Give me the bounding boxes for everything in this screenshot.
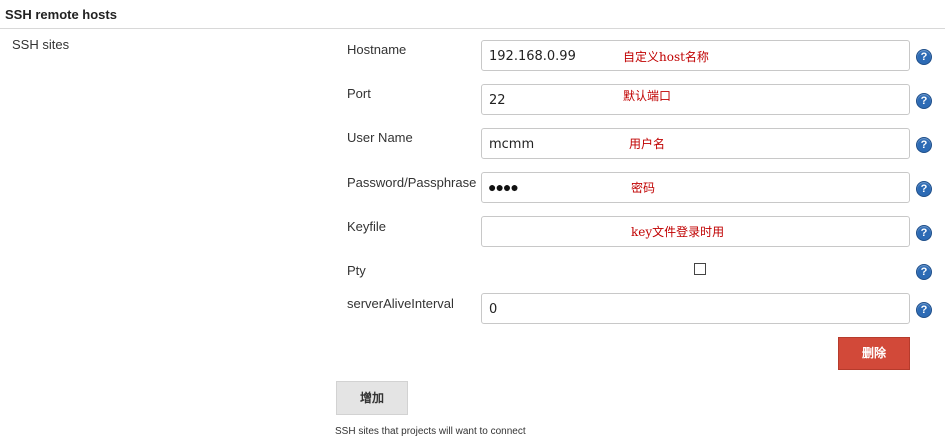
server-alive-interval-help-icon[interactable]: ?: [916, 302, 932, 318]
server-alive-interval-input[interactable]: 0: [481, 293, 910, 324]
username-help-icon[interactable]: ?: [916, 137, 932, 153]
hostname-help-icon[interactable]: ?: [916, 49, 932, 65]
pty-help-icon[interactable]: ?: [916, 264, 932, 280]
username-annotation: 用户名: [629, 137, 666, 151]
hostname-input[interactable]: 192.168.0.99 自定义host名称: [481, 40, 910, 71]
port-input[interactable]: 22 默认端口: [481, 84, 910, 115]
pty-checkbox[interactable]: [694, 263, 706, 275]
keyfile-label: Keyfile: [347, 219, 387, 234]
username-value: mcmm: [489, 137, 535, 152]
password-annotation: 密码: [631, 181, 656, 195]
keyfile-help-icon[interactable]: ?: [916, 225, 932, 241]
server-alive-interval-value: 0: [489, 302, 498, 317]
add-button[interactable]: 增加: [336, 381, 408, 415]
hostname-value: 192.168.0.99: [489, 49, 576, 64]
hostname-label: Hostname: [347, 42, 407, 57]
hostname-annotation: 自定义host名称: [623, 50, 709, 64]
password-masked-value: ●●●●: [488, 179, 519, 195]
keyfile-input[interactable]: key文件登录时用: [481, 216, 910, 247]
delete-button[interactable]: 删除: [838, 337, 910, 370]
port-annotation: 默认端口: [623, 89, 672, 103]
password-label: Password/Passphrase: [347, 175, 477, 190]
section-title: SSH remote hosts: [5, 7, 117, 22]
pty-label: Pty: [347, 263, 366, 278]
keyfile-annotation: key文件登录时用: [631, 225, 725, 239]
password-input[interactable]: ●●●● 密码: [481, 172, 910, 203]
username-input[interactable]: mcmm 用户名: [481, 128, 910, 159]
port-help-icon[interactable]: ?: [916, 93, 932, 109]
ssh-sites-description: SSH sites that projects will want to con…: [335, 426, 526, 437]
server-alive-interval-label: serverAliveInterval: [347, 296, 454, 311]
ssh-sites-label: SSH sites: [12, 37, 70, 52]
username-label: User Name: [347, 130, 413, 145]
section-header: SSH remote hosts: [0, 0, 945, 29]
port-value: 22: [489, 93, 506, 108]
port-label: Port: [347, 86, 371, 101]
password-help-icon[interactable]: ?: [916, 181, 932, 197]
